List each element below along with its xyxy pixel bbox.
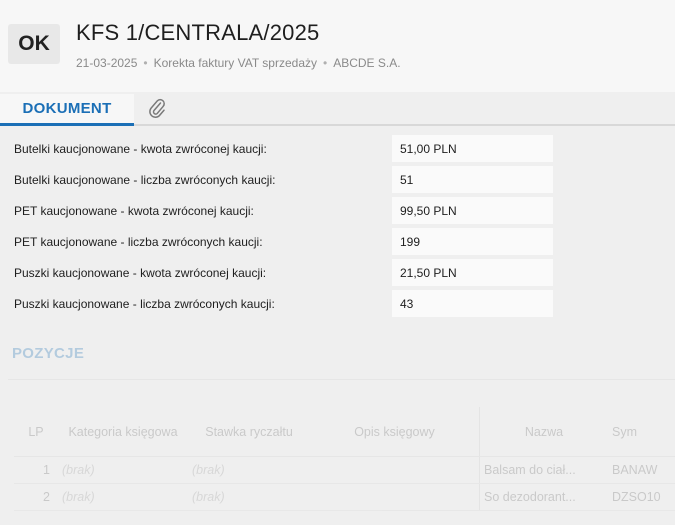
- field-label: PET kaucjonowane - liczba zwróconych kau…: [14, 234, 263, 249]
- column-header-stawka[interactable]: Stawka ryczałtu: [188, 425, 310, 439]
- column-header-lp[interactable]: LP: [14, 425, 58, 439]
- cell-nazwa: So dezodorant...: [484, 490, 576, 504]
- field-row: Puszki kaucjonowane - kwota zwróconej ka…: [10, 257, 555, 288]
- cell-lp: 1: [43, 463, 50, 477]
- tab-dokument[interactable]: DOKUMENT: [0, 94, 134, 126]
- page-title: KFS 1/CENTRALA/2025: [76, 20, 320, 45]
- cell-kategoria: (brak): [62, 463, 95, 477]
- field-label: Butelki kaucjonowane - liczba zwróconych…: [14, 172, 276, 187]
- separator-dot: •: [323, 56, 328, 70]
- field-value: 43: [392, 290, 553, 317]
- document-type: Korekta faktury VAT sprzedaży: [153, 56, 317, 70]
- divider: [8, 379, 675, 380]
- table-row[interactable]: 1 (brak) (brak) Balsam do ciał... BANAW: [14, 457, 675, 484]
- document-header: OK KFS 1/CENTRALA/2025 21-03-2025 • Kore…: [0, 0, 675, 92]
- document-subtitle: 21-03-2025 • Korekta faktury VAT sprzeda…: [76, 56, 401, 70]
- field-row: Butelki kaucjonowane - kwota zwróconej k…: [10, 133, 555, 164]
- tab-bar: DOKUMENT: [0, 92, 675, 126]
- field-value: 51,00 PLN: [392, 135, 553, 162]
- column-header-nazwa[interactable]: Nazwa: [480, 425, 608, 439]
- field-value: 99,50 PLN: [392, 197, 553, 224]
- paperclip-icon: [148, 97, 166, 124]
- field-label: PET kaucjonowane - kwota zwróconej kaucj…: [14, 203, 254, 218]
- field-value: 51: [392, 166, 553, 193]
- positions-table: LP Kategoria księgowa Stawka ryczałtu Op…: [14, 407, 675, 511]
- field-value: 21,50 PLN: [392, 259, 553, 286]
- field-value: 199: [392, 228, 553, 255]
- column-header-opis[interactable]: Opis księgowy: [310, 407, 480, 456]
- cell-opis: [310, 457, 480, 483]
- document-date: 21-03-2025: [76, 56, 138, 70]
- deposit-fields: Butelki kaucjonowane - kwota zwróconej k…: [10, 133, 555, 319]
- company-name: ABCDE S.A.: [333, 56, 401, 70]
- field-row: Puszki kaucjonowane - liczba zwróconych …: [10, 288, 555, 319]
- tab-attachments[interactable]: [142, 96, 172, 124]
- cell-lp: 2: [43, 490, 50, 504]
- separator-dot: •: [143, 56, 148, 70]
- table-header: LP Kategoria księgowa Stawka ryczałtu Op…: [14, 407, 675, 457]
- field-label: Butelki kaucjonowane - kwota zwróconej k…: [14, 141, 267, 156]
- column-header-symbol[interactable]: Sym: [608, 425, 675, 439]
- field-row: Butelki kaucjonowane - liczba zwróconych…: [10, 164, 555, 195]
- cell-kategoria: (brak): [62, 490, 95, 504]
- table-row[interactable]: 2 (brak) (brak) So dezodorant... DZSO10: [14, 484, 675, 511]
- cell-nazwa: Balsam do ciał...: [484, 463, 576, 477]
- field-row: PET kaucjonowane - liczba zwróconych kau…: [10, 226, 555, 257]
- cell-opis: [310, 484, 480, 510]
- positions-title: POZYCJE: [12, 345, 85, 362]
- cell-stawka: (brak): [192, 490, 225, 504]
- field-label: Puszki kaucjonowane - kwota zwróconej ka…: [14, 265, 267, 280]
- column-header-kategoria[interactable]: Kategoria księgowa: [58, 425, 188, 439]
- cell-stawka: (brak): [192, 463, 225, 477]
- cell-symbol: BANAW: [612, 463, 658, 477]
- cell-symbol: DZSO10: [612, 490, 661, 504]
- field-row: PET kaucjonowane - kwota zwróconej kaucj…: [10, 195, 555, 226]
- status-badge: OK: [8, 24, 60, 64]
- field-label: Puszki kaucjonowane - liczba zwróconych …: [14, 296, 275, 311]
